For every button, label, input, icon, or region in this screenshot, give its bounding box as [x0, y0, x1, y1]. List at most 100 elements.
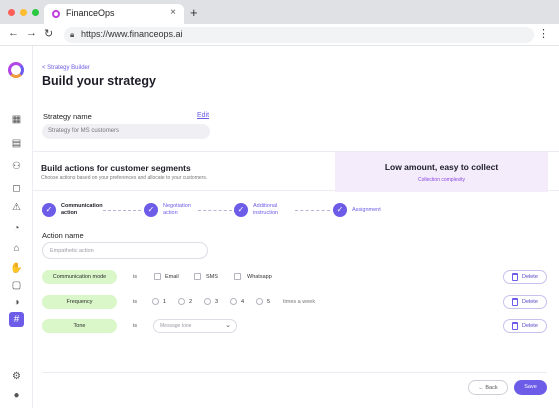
email-option-label: Email: [165, 274, 179, 280]
frequency-pill[interactable]: Frequency: [42, 295, 117, 309]
step-connector: [198, 210, 232, 211]
delete-label: Delete: [522, 323, 538, 329]
whatsapp-option-label: Whatsapp: [247, 274, 272, 280]
frequency-option-1: 1: [163, 299, 167, 305]
save-label: Save: [524, 384, 537, 390]
step-4-label-line1: Assignment: [352, 207, 381, 213]
sidebar: ▦ ▤ ⚇ ◻ ⚠ ◔ ⌂ ✋ ▢ ◑ # ⚙ ●: [0, 46, 33, 408]
browser-tab[interactable]: FinanceOps ×: [44, 4, 184, 24]
step-4-label[interactable]: Assignment: [352, 207, 381, 214]
shield-icon[interactable]: ◔: [9, 221, 24, 236]
maximize-window-button[interactable]: [32, 9, 39, 16]
trash-icon: [512, 322, 518, 330]
frequency-suffix: times a week: [283, 299, 316, 305]
segment-header: Build actions for customer segments Choo…: [33, 151, 559, 192]
communication-mode-pill[interactable]: Communication mode: [42, 270, 117, 284]
trash-icon: [512, 298, 518, 306]
page-title: Build your strategy: [42, 74, 156, 88]
users-icon[interactable]: ⚇: [9, 159, 24, 174]
new-tab-button[interactable]: +: [190, 5, 198, 20]
step-1-label-line2: action: [61, 210, 78, 216]
frequency-option-5: 5: [267, 299, 271, 305]
tab-title: FinanceOps: [66, 8, 115, 18]
step-3-check-icon[interactable]: ✓: [234, 203, 248, 217]
whatsapp-checkbox[interactable]: [234, 273, 241, 280]
step-2-label[interactable]: Negotiation action: [163, 203, 191, 217]
back-label: ← Back: [478, 385, 498, 391]
bank-icon[interactable]: ⌂: [9, 241, 24, 256]
browser-tab-bar: FinanceOps × +: [0, 0, 559, 24]
operator-label: is: [133, 299, 137, 305]
reload-icon[interactable]: ↻: [44, 27, 53, 40]
step-4-check-icon[interactable]: ✓: [333, 203, 347, 217]
step-2-check-icon[interactable]: ✓: [144, 203, 158, 217]
clipboard-icon[interactable]: ▢: [9, 278, 24, 293]
strategy-name-label: Strategy name: [43, 112, 92, 121]
email-checkbox[interactable]: [154, 273, 161, 280]
step-1-check-icon[interactable]: ✓: [42, 203, 56, 217]
tab-close-icon[interactable]: ×: [170, 7, 176, 18]
frequency-option-2: 2: [189, 299, 193, 305]
delete-row-button[interactable]: Delete: [503, 270, 547, 284]
document-icon[interactable]: ▤: [9, 136, 24, 151]
message-tone-placeholder: Message tone: [160, 323, 192, 329]
step-2-label-line1: Negotiation: [163, 203, 191, 209]
app-logo[interactable]: [8, 62, 24, 78]
trash-icon: [512, 273, 518, 281]
step-connector: [103, 210, 141, 211]
sms-checkbox[interactable]: [194, 273, 201, 280]
pie-chart-icon[interactable]: ◑: [9, 295, 24, 310]
strategy-name-field[interactable]: Strategy for MS customers: [42, 124, 210, 139]
delete-row-button[interactable]: Delete: [503, 295, 547, 309]
edit-strategy-link[interactable]: Edit: [197, 112, 209, 119]
chevron-down-icon: ⌄: [225, 322, 231, 329]
breadcrumb[interactable]: < Strategy Builder: [42, 65, 90, 71]
dashboard-icon[interactable]: ▦: [9, 112, 24, 127]
notification-icon[interactable]: ●: [9, 388, 24, 403]
step-connector: [295, 210, 330, 211]
url-field[interactable]: 🔒︎ https://www.financeops.ai: [64, 27, 534, 43]
action-name-field[interactable]: Empathetic action: [42, 242, 208, 259]
financeops-favicon-icon: [52, 10, 60, 18]
frequency-radio-2[interactable]: [178, 298, 185, 305]
step-1-label-line1: Communication: [61, 203, 103, 209]
operator-label: is: [133, 323, 137, 329]
address-bar: ← → ↻ 🔒︎ https://www.financeops.ai ⋮: [0, 24, 559, 46]
delete-label: Delete: [522, 274, 538, 280]
save-button[interactable]: Save: [514, 380, 547, 395]
strategy-icon[interactable]: #: [9, 312, 24, 327]
segment-section-subtitle: Choose actions based on your preferences…: [41, 175, 208, 181]
back-button[interactable]: ← Back: [468, 380, 508, 395]
delete-row-button[interactable]: Delete: [503, 319, 547, 333]
step-1-label[interactable]: Communication action: [61, 203, 103, 217]
action-name-label: Action name: [42, 231, 84, 240]
frequency-radio-1[interactable]: [152, 298, 159, 305]
lock-icon: 🔒︎: [70, 30, 75, 39]
back-arrow-icon[interactable]: ←: [8, 27, 19, 39]
operator-label: is: [133, 274, 137, 280]
chat-icon[interactable]: ◻: [9, 181, 24, 196]
url-text: https://www.financeops.ai: [81, 29, 183, 39]
minimize-window-button[interactable]: [20, 9, 27, 16]
step-3-label-line2: instruction: [253, 210, 279, 216]
frequency-option-3: 3: [215, 299, 219, 305]
segment-card-title: Low amount, easy to collect: [384, 162, 499, 172]
frequency-radio-3[interactable]: [204, 298, 211, 305]
segment-section-title: Build actions for customer segments: [41, 163, 191, 173]
alert-icon[interactable]: ⚠: [9, 200, 24, 215]
frequency-radio-5[interactable]: [256, 298, 263, 305]
settings-icon[interactable]: ⚙: [9, 369, 24, 384]
close-window-button[interactable]: [8, 9, 15, 16]
step-3-label-line1: Additional: [253, 203, 278, 209]
frequency-radio-4[interactable]: [230, 298, 237, 305]
main-content: < Strategy Builder Build your strategy S…: [33, 46, 559, 408]
step-3-label[interactable]: Additional instruction: [253, 203, 278, 217]
tone-pill[interactable]: Tone: [42, 319, 117, 333]
handshake-icon[interactable]: ✋: [9, 261, 24, 276]
delete-label: Delete: [522, 299, 538, 305]
segment-card: Low amount, easy to collect Collection c…: [335, 152, 548, 192]
forward-arrow-icon[interactable]: →: [26, 27, 37, 39]
kebab-menu-icon[interactable]: ⋮: [538, 27, 549, 40]
message-tone-select[interactable]: Message tone ⌄: [153, 319, 237, 333]
step-2-label-line2: action: [163, 210, 178, 216]
